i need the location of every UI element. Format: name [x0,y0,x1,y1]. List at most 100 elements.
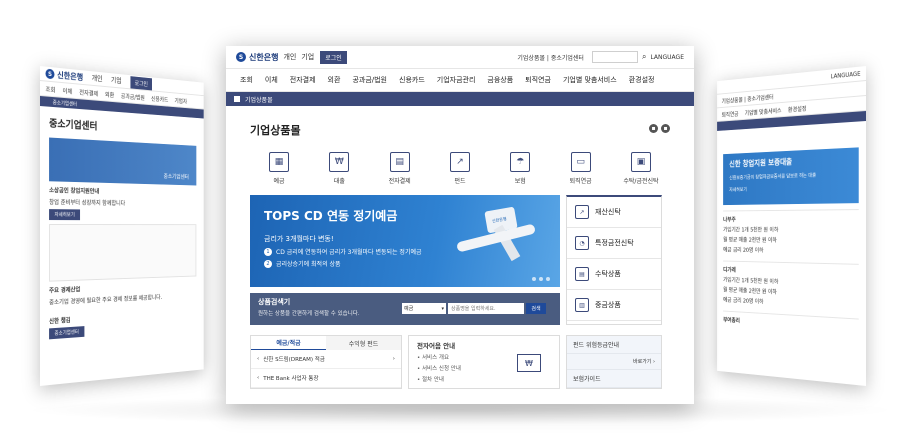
left-nav-item[interactable]: 기업자 [174,96,187,105]
chevron-right-icon[interactable]: › [393,356,395,362]
nav-item-card[interactable]: 신용카드 [399,75,425,85]
category-icons: ▦ 예금 ₩ 대출 ▤ 전자결제 ↗ 펀드 ☂ 보험 ▭ 퇴직연금 ▣ 수탁/금전신탁 [250,152,670,185]
chevron-left-icon[interactable]: ‹ [257,375,259,381]
product-item[interactable]: ‹ THE Bank 사업자 통장 [251,369,401,388]
category-label: 보험 [514,178,526,185]
category-label: 전자결제 [388,178,411,185]
language-link[interactable]: LANGUAGE [650,54,684,61]
nav-item-forex[interactable]: 외환 [328,75,341,85]
left-nav-item[interactable]: 신용카드 [151,94,168,103]
side-menu-item[interactable]: ▤ 수탁상품 [567,259,661,290]
hero-row: TOPS CD 연동 정기예금 금리가 3개월마다 변동! 1 CD 금리에 연동… [250,195,670,325]
e-bill-item[interactable]: • 절차 안내 [417,375,551,383]
side-menu-item[interactable]: ↗ 재산신탁 [567,197,661,228]
nav-item-products[interactable]: 금융상품 [487,75,513,85]
side-menu-label: 중금상품 [595,301,621,309]
pager-dot[interactable] [546,277,550,281]
left-nav-item[interactable]: 외환 [105,89,114,98]
top-right-links[interactable]: 기업상품몰 | 중소기업센터 [517,53,584,62]
nav-item-transfer[interactable]: 이체 [265,75,278,85]
left-login-button[interactable]: 로그인 [130,75,152,90]
left-nav-item[interactable]: 조회 [45,84,55,94]
side-menu-label: 재산신탁 [595,208,621,216]
nav-item-epayment[interactable]: 전자결제 [290,75,316,85]
right-row: 예금 금리 20명 이하 [723,246,764,255]
trust-side-menu: ↗ 재산신탁 ◔ 특정금전신탁 ▤ 수탁상품 ▥ 중금상품 [566,195,662,325]
chart-icon: ↗ [575,205,589,219]
left-more-button[interactable]: 자세히보기 [49,209,81,221]
pager-dot[interactable] [532,277,536,281]
link-personal[interactable]: 개인 [283,52,296,62]
right-banner-link[interactable]: 자세히보기 [729,183,851,193]
login-button[interactable]: 로그인 [320,50,347,64]
nav-item-custom[interactable]: 기업별 맞춤서비스 [563,75,617,85]
main-nav: 조회 이체 전자결제 외환 공과금/법원 신용카드 기업자금관리 금융상품 퇴직… [226,69,694,92]
hero-item-text: 금리상승기에 최적의 상품 [276,261,341,268]
note-icon: ▥ [575,298,589,312]
right-section-1: 나부주 가입기간 1개 5천만 원 이하 월 평균 매출 2천만 원 이하 예금… [723,209,859,258]
e-bill-item-text: 서비스 신청 안내 [422,366,461,372]
home-icon[interactable] [234,96,240,102]
left-link-personal[interactable]: 개인 [92,73,103,84]
product-search-input[interactable]: 상품명을 입력하세요. [448,303,524,314]
nav-item-utility[interactable]: 공과금/법원 [352,75,387,85]
main-page-preview: S 신한은행 개인 기업 로그인 기업상품몰 | 중소기업센터 ⌕ LANGUAG… [226,46,694,404]
left-logo[interactable]: S 신한은행 [45,68,83,82]
product-item[interactable]: ‹ 신한 S드림(DREAM) 적금 › [251,350,401,369]
nav-item-funds[interactable]: 기업자금관리 [437,75,476,85]
chevron-left-icon[interactable]: ‹ [257,356,259,362]
left-banner[interactable]: 중소기업센터 [49,137,197,186]
page-title: 기업상품몰 [250,124,301,137]
product-search-button[interactable]: 검색 [526,303,546,314]
hero-pager [532,277,550,281]
category-epayment[interactable]: ▤ 전자결제 [379,152,421,185]
category-pension[interactable]: ▭ 퇴직연금 [560,152,602,185]
guide-more-link[interactable]: 바로가기 › [567,354,661,370]
right-page-preview: LANGUAGE 기업상품몰 | 중소기업센터 퇴직연금 기업별 맞춤서비스 환… [717,66,866,386]
left-bottom-button[interactable]: 중소기업센터 [49,326,85,340]
link-business[interactable]: 기업 [301,52,314,62]
right-language-link[interactable]: LANGUAGE [831,70,861,80]
side-menu-item[interactable]: ◔ 특정금전신탁 [567,228,661,259]
category-trust[interactable]: ▣ 수탁/금전신탁 [620,152,662,185]
nav-item-inquiry[interactable]: 조회 [240,75,253,85]
nav-item-settings[interactable]: 환경설정 [629,75,655,85]
main-logo[interactable]: S 신한은행 [236,52,278,63]
category-label: 퇴직연금 [569,178,592,185]
pager-dot[interactable] [539,277,543,281]
hero-item-text: CD 금리에 연동하여 금리가 3개월마다 변동되는 정기예금 [276,249,422,256]
category-fund[interactable]: ↗ 펀드 [439,152,481,185]
share-icon[interactable]: ▪ [661,124,670,133]
product-search-panel: 상품검색기 원하는 상품을 간편하게 검색할 수 있습니다. 예금 ▾ 상품명을 … [250,293,560,325]
category-insurance[interactable]: ☂ 보험 [499,152,541,185]
left-nav-item[interactable]: 이체 [63,86,73,96]
right-nav-item[interactable]: 기업별 맞춤서비스 [745,105,782,116]
nav-item-pension[interactable]: 퇴직연금 [525,75,551,85]
right-banner-text: 신용보증기금의 창업자금보증서를 담보로 하는 대출 [729,172,817,182]
print-icon[interactable]: ▪ [649,124,658,133]
category-loan[interactable]: ₩ 대출 [318,152,360,185]
main-logo-text: 신한은행 [249,52,279,62]
right-banner[interactable]: 신한 창업지원 보증대출 신용보증기금의 창업자금보증서를 담보로 하는 대출 … [723,147,859,206]
left-link-business[interactable]: 기업 [111,75,122,86]
search-icon[interactable]: ⌕ [642,52,646,62]
product-type-select[interactable]: 예금 ▾ [402,303,446,314]
e-bill-box: 전자어음 안내 • 서비스 개요 • 서비스 신청 안내 • 절차 안내 ₩ [408,335,560,389]
left-nav-item[interactable]: 공과금/법원 [121,91,145,102]
category-deposit[interactable]: ▦ 예금 [258,152,300,185]
insurance-guide-title[interactable]: 보험가이드 [567,370,661,388]
side-menu-item[interactable]: ▥ 중금상품 [567,290,661,321]
tab-fund[interactable]: 수익형 펀드 [326,336,401,350]
tab-deposit[interactable]: 예금/적금 [251,336,326,350]
top-search-input[interactable] [591,51,638,63]
hero-item: 2 금리상승기에 최적의 상품 [264,259,546,268]
right-nav-item[interactable]: 퇴직연금 [722,109,739,119]
hero-banner[interactable]: TOPS CD 연동 정기예금 금리가 3개월마다 변동! 1 CD 금리에 연동… [250,195,560,287]
side-menu-label: 특정금전신탁 [595,239,634,247]
fund-risk-title: 펀드 위험등급안내 [567,336,661,354]
guide-more-text: 바로가기 [633,359,652,365]
left-nav-item[interactable]: 전자결제 [79,87,98,97]
bottom-row: 예금/적금 수익형 펀드 ‹ 신한 S드림(DREAM) 적금 › ‹ THE Ban… [250,335,670,389]
right-nav-item[interactable]: 환경설정 [788,103,806,113]
right-section-title: 부여총리 [723,316,741,325]
